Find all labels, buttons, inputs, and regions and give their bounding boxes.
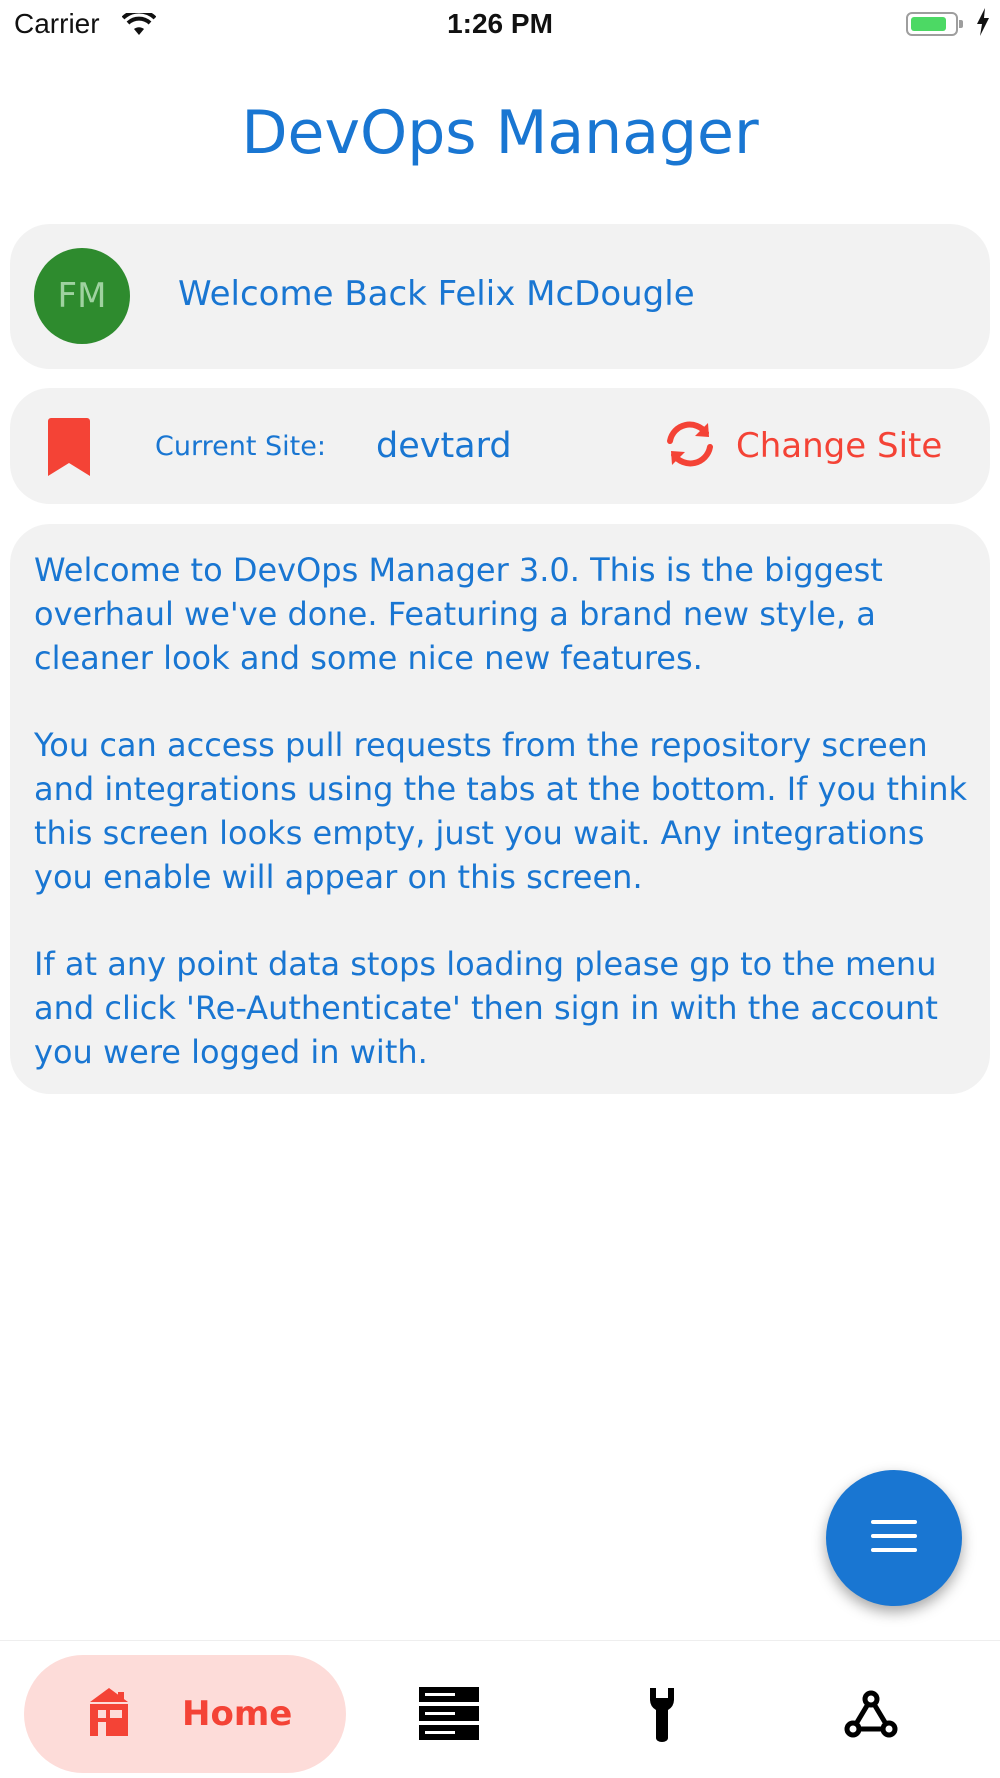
page-title: DevOps Manager xyxy=(241,98,759,168)
battery-nub xyxy=(959,20,963,28)
status-time: 1:26 PM xyxy=(447,8,553,39)
info-paragraph: If at any point data stops loading pleas… xyxy=(34,945,938,1071)
refresh-icon xyxy=(662,419,718,473)
avatar[interactable]: FM xyxy=(34,248,130,344)
webhook-icon xyxy=(844,1689,898,1743)
info-paragraph: Welcome to DevOps Manager 3.0. This is t… xyxy=(34,551,883,677)
welcome-card: FM Welcome Back Felix McDougle xyxy=(10,224,990,369)
charging-icon xyxy=(976,8,990,43)
wrench-icon xyxy=(644,1686,680,1746)
battery-icon xyxy=(906,12,963,36)
bookmark-icon xyxy=(48,418,90,480)
home-icon xyxy=(88,1686,130,1742)
current-site-value: devtard xyxy=(376,426,512,466)
change-site-button[interactable]: Change Site xyxy=(662,416,942,476)
tab-repositories[interactable] xyxy=(414,1681,484,1751)
menu-icon xyxy=(871,1520,917,1556)
welcome-message: Welcome Back Felix McDougle xyxy=(178,274,695,314)
bottom-nav: Home xyxy=(0,1640,1000,1778)
info-paragraph: You can access pull requests from the re… xyxy=(34,726,968,896)
tab-home-label: Home xyxy=(182,1694,293,1734)
info-card: Welcome to DevOps Manager 3.0. This is t… xyxy=(10,524,990,1094)
current-site-card: Current Site: devtard Change Site xyxy=(10,388,990,504)
change-site-label: Change Site xyxy=(736,426,943,466)
app-root: Carrier 1:26 PM DevOps Manager FM Welcom… xyxy=(0,0,1000,1778)
tab-integrations[interactable] xyxy=(836,1681,906,1751)
tab-tools[interactable] xyxy=(627,1681,697,1751)
tab-home[interactable]: Home xyxy=(24,1655,346,1773)
current-site-label: Current Site: xyxy=(155,431,326,462)
menu-fab-button[interactable] xyxy=(826,1470,962,1606)
battery-level xyxy=(911,17,946,31)
server-rack-icon xyxy=(419,1687,479,1745)
status-bar: Carrier 1:26 PM xyxy=(0,0,1000,50)
